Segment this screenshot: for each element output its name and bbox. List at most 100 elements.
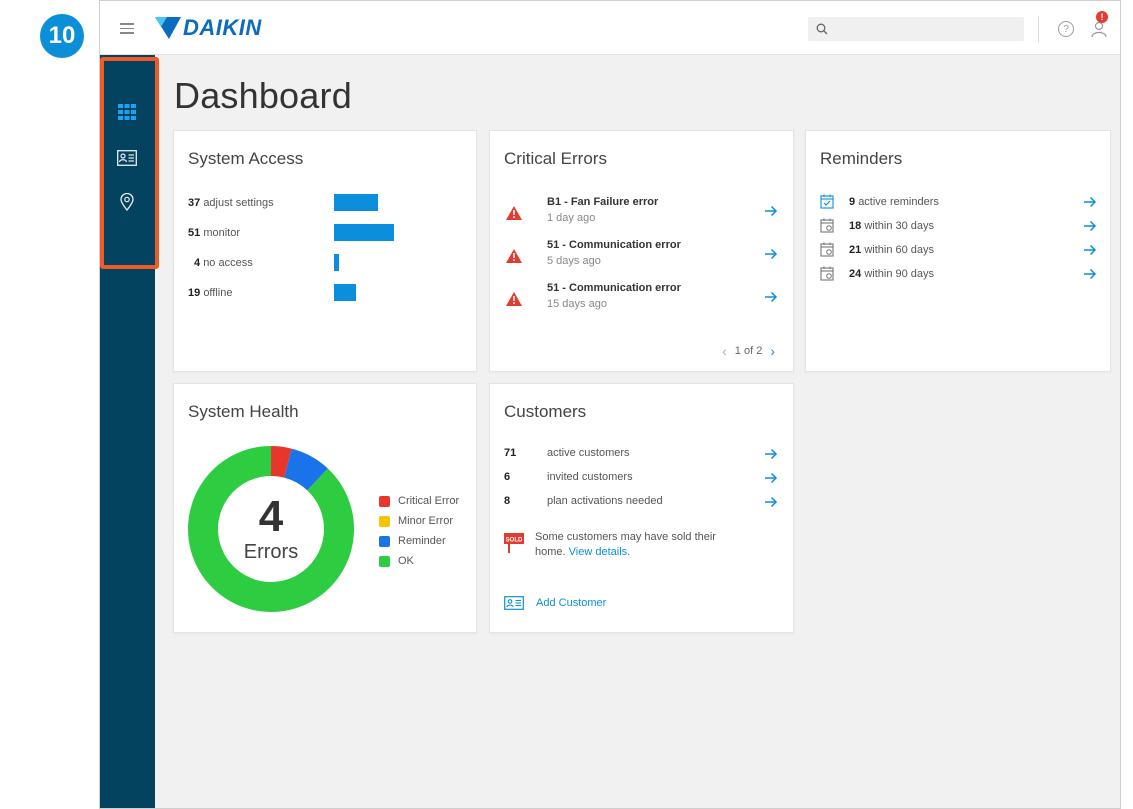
critical-error-item[interactable]: 51 - Communication error 15 days ago <box>504 282 780 322</box>
arrow-right-icon[interactable] <box>1083 267 1097 281</box>
calendar-clock-icon <box>820 266 834 281</box>
error-time: 1 day ago <box>547 212 596 224</box>
donut-segment-critical-error <box>270 446 292 478</box>
arrow-right-icon[interactable] <box>764 447 778 461</box>
sidebar <box>100 55 155 808</box>
sold-sign-icon: SOLD <box>504 531 524 553</box>
donut-center-value: 4 <box>258 492 284 541</box>
error-title: 51 - Communication error <box>547 239 681 251</box>
reminder-row[interactable]: 21 within 60 days <box>820 242 1098 261</box>
reminder-label: active reminders <box>858 196 939 208</box>
system-access-title: System Access <box>188 149 304 168</box>
reminder-text: 24 within 90 days <box>849 268 934 280</box>
legend-label: Critical Error <box>398 495 460 507</box>
access-row: 19 offline <box>188 287 232 299</box>
location-pin-icon <box>120 193 134 211</box>
access-count: 37 <box>188 197 201 209</box>
arrow-right-icon[interactable] <box>764 204 778 218</box>
arrow-right-icon[interactable] <box>1083 243 1097 257</box>
pager-prev-button[interactable]: ‹ <box>722 343 727 359</box>
page-title: Dashboard <box>174 75 352 116</box>
access-bar <box>334 194 378 211</box>
sidebar-item-customers[interactable] <box>114 147 140 169</box>
customer-label: active customers <box>547 447 630 459</box>
critical-errors-title: Critical Errors <box>504 149 607 168</box>
search-input[interactable] <box>836 22 1016 36</box>
access-row: 51 monitor <box>188 227 240 239</box>
pager-next-button[interactable]: › <box>770 343 775 359</box>
sidebar-item-locations[interactable] <box>114 191 140 213</box>
critical-error-item[interactable]: 51 - Communication error 5 days ago <box>504 239 780 279</box>
errors-pager: ‹ 1 of 2 › <box>722 343 775 359</box>
legend-swatch <box>379 495 390 507</box>
system-health-card: System Health 4 Errors Critical Error Min… <box>173 383 477 633</box>
access-label: no access <box>203 257 253 269</box>
customer-stat-row[interactable]: 6 invited customers <box>504 470 780 488</box>
arrow-right-icon[interactable] <box>764 495 778 509</box>
arrow-right-icon[interactable] <box>1083 219 1097 233</box>
sold-notice: Some customers may have sold their home.… <box>535 530 775 560</box>
legend-item: Minor Error <box>379 515 453 527</box>
sidebar-item-dashboard[interactable] <box>114 101 140 123</box>
customer-label: plan activations needed <box>547 495 663 507</box>
daikin-logo[interactable]: DAIKIN <box>155 15 262 41</box>
top-bar: DAIKIN ? ! <box>100 1 1120 55</box>
help-icon[interactable]: ? <box>1058 21 1074 37</box>
reminder-text: 9 active reminders <box>849 196 939 208</box>
customer-stat-row[interactable]: 8 plan activations needed <box>504 494 780 512</box>
customer-stat-row[interactable]: 71 active customers <box>504 446 780 464</box>
access-label: offline <box>203 287 233 299</box>
reminder-row[interactable]: 24 within 90 days <box>820 266 1098 285</box>
donut-segment-reminder <box>283 448 328 491</box>
reminders-card: Reminders 9 active reminders 18 within 30… <box>805 130 1111 372</box>
user-icon[interactable]: ! <box>1090 11 1108 39</box>
critical-errors-card: Critical Errors B1 - Fan Failure error 1 … <box>489 130 794 372</box>
calendar-check-icon <box>820 194 834 209</box>
warning-triangle-icon <box>506 292 522 306</box>
arrow-right-icon[interactable] <box>764 471 778 485</box>
legend-label: Reminder <box>398 535 446 547</box>
view-details-link[interactable]: View details. <box>569 546 631 558</box>
access-row: 4 no access <box>194 257 253 269</box>
search-box[interactable] <box>808 17 1024 41</box>
access-count: 4 <box>194 257 201 269</box>
system-health-title: System Health <box>188 402 299 421</box>
critical-error-item[interactable]: B1 - Fan Failure error 1 day ago <box>504 196 780 236</box>
add-customer-button[interactable]: Add Customer <box>504 596 606 610</box>
daikin-logo-mark-icon <box>155 17 181 39</box>
legend-item: Critical Error <box>379 495 459 507</box>
svg-text:SOLD: SOLD <box>506 538 523 544</box>
reminder-row[interactable]: 18 within 30 days <box>820 218 1098 237</box>
customer-count: 6 <box>504 471 511 483</box>
step-number-badge: 10 <box>40 14 84 58</box>
reminder-label: within 90 days <box>864 268 935 280</box>
access-bar <box>334 284 356 301</box>
brand-name: DAIKIN <box>183 15 262 40</box>
arrow-right-icon[interactable] <box>1083 195 1097 209</box>
pager-label: 1 of 2 <box>734 345 763 357</box>
add-customer-label: Add Customer <box>536 597 607 609</box>
search-icon <box>816 23 828 35</box>
customers-card: Customers 71 active customers 6 invited cus… <box>489 383 794 633</box>
access-count: 51 <box>188 227 201 239</box>
legend-swatch <box>379 555 390 567</box>
access-label: adjust settings <box>203 197 274 209</box>
error-time: 5 days ago <box>547 255 601 267</box>
dashboard-grid-icon <box>118 104 136 120</box>
donut-center-label: Errors <box>243 541 299 563</box>
error-title: 51 - Communication error <box>547 282 681 294</box>
legend-swatch <box>379 535 390 547</box>
warning-triangle-icon <box>506 206 522 220</box>
access-label: monitor <box>203 227 240 239</box>
topbar-divider <box>1038 17 1039 43</box>
reminder-row[interactable]: 9 active reminders <box>820 194 1098 213</box>
customer-card-icon <box>504 596 524 610</box>
hamburger-icon[interactable] <box>120 23 134 34</box>
customer-card-icon <box>117 150 137 166</box>
reminder-count: 18 <box>849 220 862 232</box>
reminder-text: 18 within 30 days <box>849 220 934 232</box>
arrow-right-icon[interactable] <box>764 247 778 261</box>
customer-label: invited customers <box>547 471 633 483</box>
sold-notice-line-2: home. <box>535 546 566 558</box>
arrow-right-icon[interactable] <box>764 290 778 304</box>
